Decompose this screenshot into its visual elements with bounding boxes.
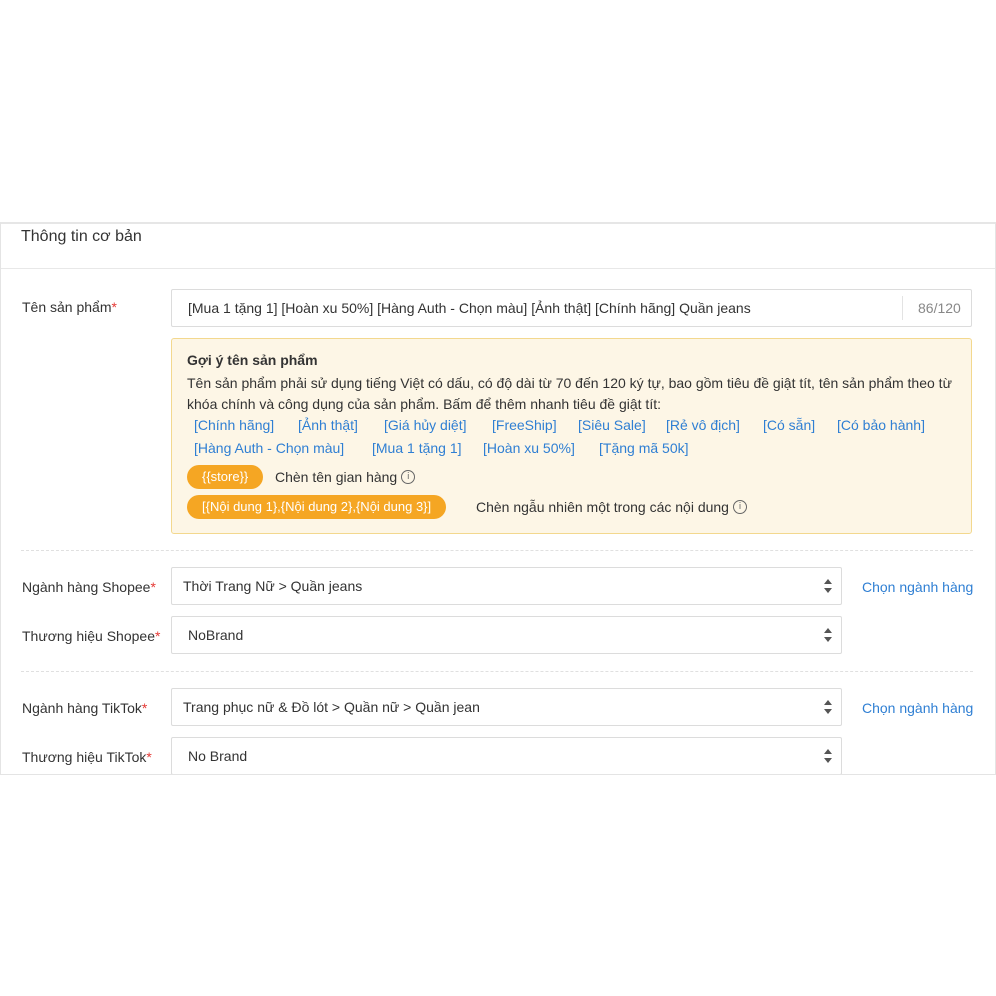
sort-arrows-icon	[823, 698, 833, 716]
tag-freeship[interactable]: [FreeShip]	[492, 417, 557, 433]
shopee-category-select[interactable]: Thời Trang Nữ > Quần jeans	[171, 567, 842, 605]
basic-info-panel: Thông tin cơ bản Tên sản phẩm* [Mua 1 tặ…	[0, 222, 996, 775]
tiktok-brand-label: Thương hiệu TikTok*	[22, 749, 152, 765]
shopee-category-value: Thời Trang Nữ > Quần jeans	[183, 578, 363, 594]
tag-chinh-hang[interactable]: [Chính hãng]	[194, 417, 274, 433]
tag-hoan-xu[interactable]: [Hoàn xu 50%]	[483, 440, 575, 456]
random-content-note: Chèn ngẫu nhiên một trong các nội dung i	[476, 499, 747, 515]
info-circle-icon[interactable]: i	[401, 470, 416, 485]
tiktok-category-select[interactable]: Trang phục nữ & Đồ lót > Quần nữ > Quần …	[171, 688, 842, 726]
tiktok-brand-value: No Brand	[188, 748, 248, 764]
shopee-brand-select[interactable]: NoBrand	[171, 616, 842, 654]
divider	[21, 550, 973, 551]
tag-co-bao-hanh[interactable]: [Có bảo hành]	[837, 417, 925, 433]
tiktok-brand-select[interactable]: No Brand	[171, 737, 842, 774]
shopee-brand-value: NoBrand	[188, 627, 244, 643]
tiktok-category-value: Trang phục nữ & Đồ lót > Quần nữ > Quần …	[183, 699, 480, 715]
tag-mua-1-tang-1[interactable]: [Mua 1 tặng 1]	[372, 440, 462, 456]
store-variable-note: Chèn tên gian hàng i	[275, 469, 416, 485]
product-name-label: Tên sản phẩm*	[22, 299, 117, 315]
shopee-choose-category-link[interactable]: Chọn ngành hàng	[862, 579, 973, 595]
product-name-value: [Mua 1 tặng 1] [Hoàn xu 50%] [Hàng Auth …	[188, 300, 751, 316]
suggestion-description: Tên sản phẩm phải sử dụng tiếng Việt có …	[187, 375, 952, 412]
product-name-input[interactable]: [Mua 1 tặng 1] [Hoàn xu 50%] [Hàng Auth …	[171, 289, 972, 327]
store-variable-pill[interactable]: {{store}}	[187, 465, 264, 489]
tag-co-san[interactable]: [Có sẵn]	[763, 417, 815, 433]
info-circle-icon[interactable]: i	[732, 500, 747, 515]
tag-re-vo-dich[interactable]: [Rẻ vô địch]	[666, 417, 740, 433]
suggestion-title: Gợi ý tên sản phẩm	[187, 352, 318, 368]
tiktok-category-label: Ngành hàng TikTok*	[22, 700, 148, 716]
panel-header: Thông tin cơ bản	[1, 224, 995, 269]
sort-arrows-icon	[823, 747, 833, 765]
name-suggestion-box: Gợi ý tên sản phẩm Tên sản phẩm phải sử …	[171, 338, 972, 534]
tag-hang-auth[interactable]: [Hàng Auth - Chọn màu]	[194, 440, 344, 456]
tag-gia-huy-diet[interactable]: [Giá hủy diệt]	[384, 417, 467, 433]
sort-arrows-icon	[823, 577, 833, 595]
shopee-brand-label: Thương hiệu Shopee*	[22, 628, 161, 644]
sort-arrows-icon	[823, 626, 833, 644]
tiktok-choose-category-link[interactable]: Chọn ngành hàng	[862, 700, 973, 716]
char-counter: 86/120	[918, 300, 961, 316]
divider	[21, 671, 973, 672]
shopee-category-label: Ngành hàng Shopee*	[22, 579, 156, 595]
tag-anh-that[interactable]: [Ảnh thật]	[298, 417, 358, 433]
random-content-pill[interactable]: [{Nội dung 1},{Nội dung 2},{Nội dung 3}]	[187, 495, 447, 519]
tag-sieu-sale[interactable]: [Siêu Sale]	[578, 417, 646, 433]
counter-divider	[902, 296, 903, 320]
section-title: Thông tin cơ bản	[21, 228, 142, 245]
tag-tang-ma[interactable]: [Tặng mã 50k]	[599, 440, 689, 456]
